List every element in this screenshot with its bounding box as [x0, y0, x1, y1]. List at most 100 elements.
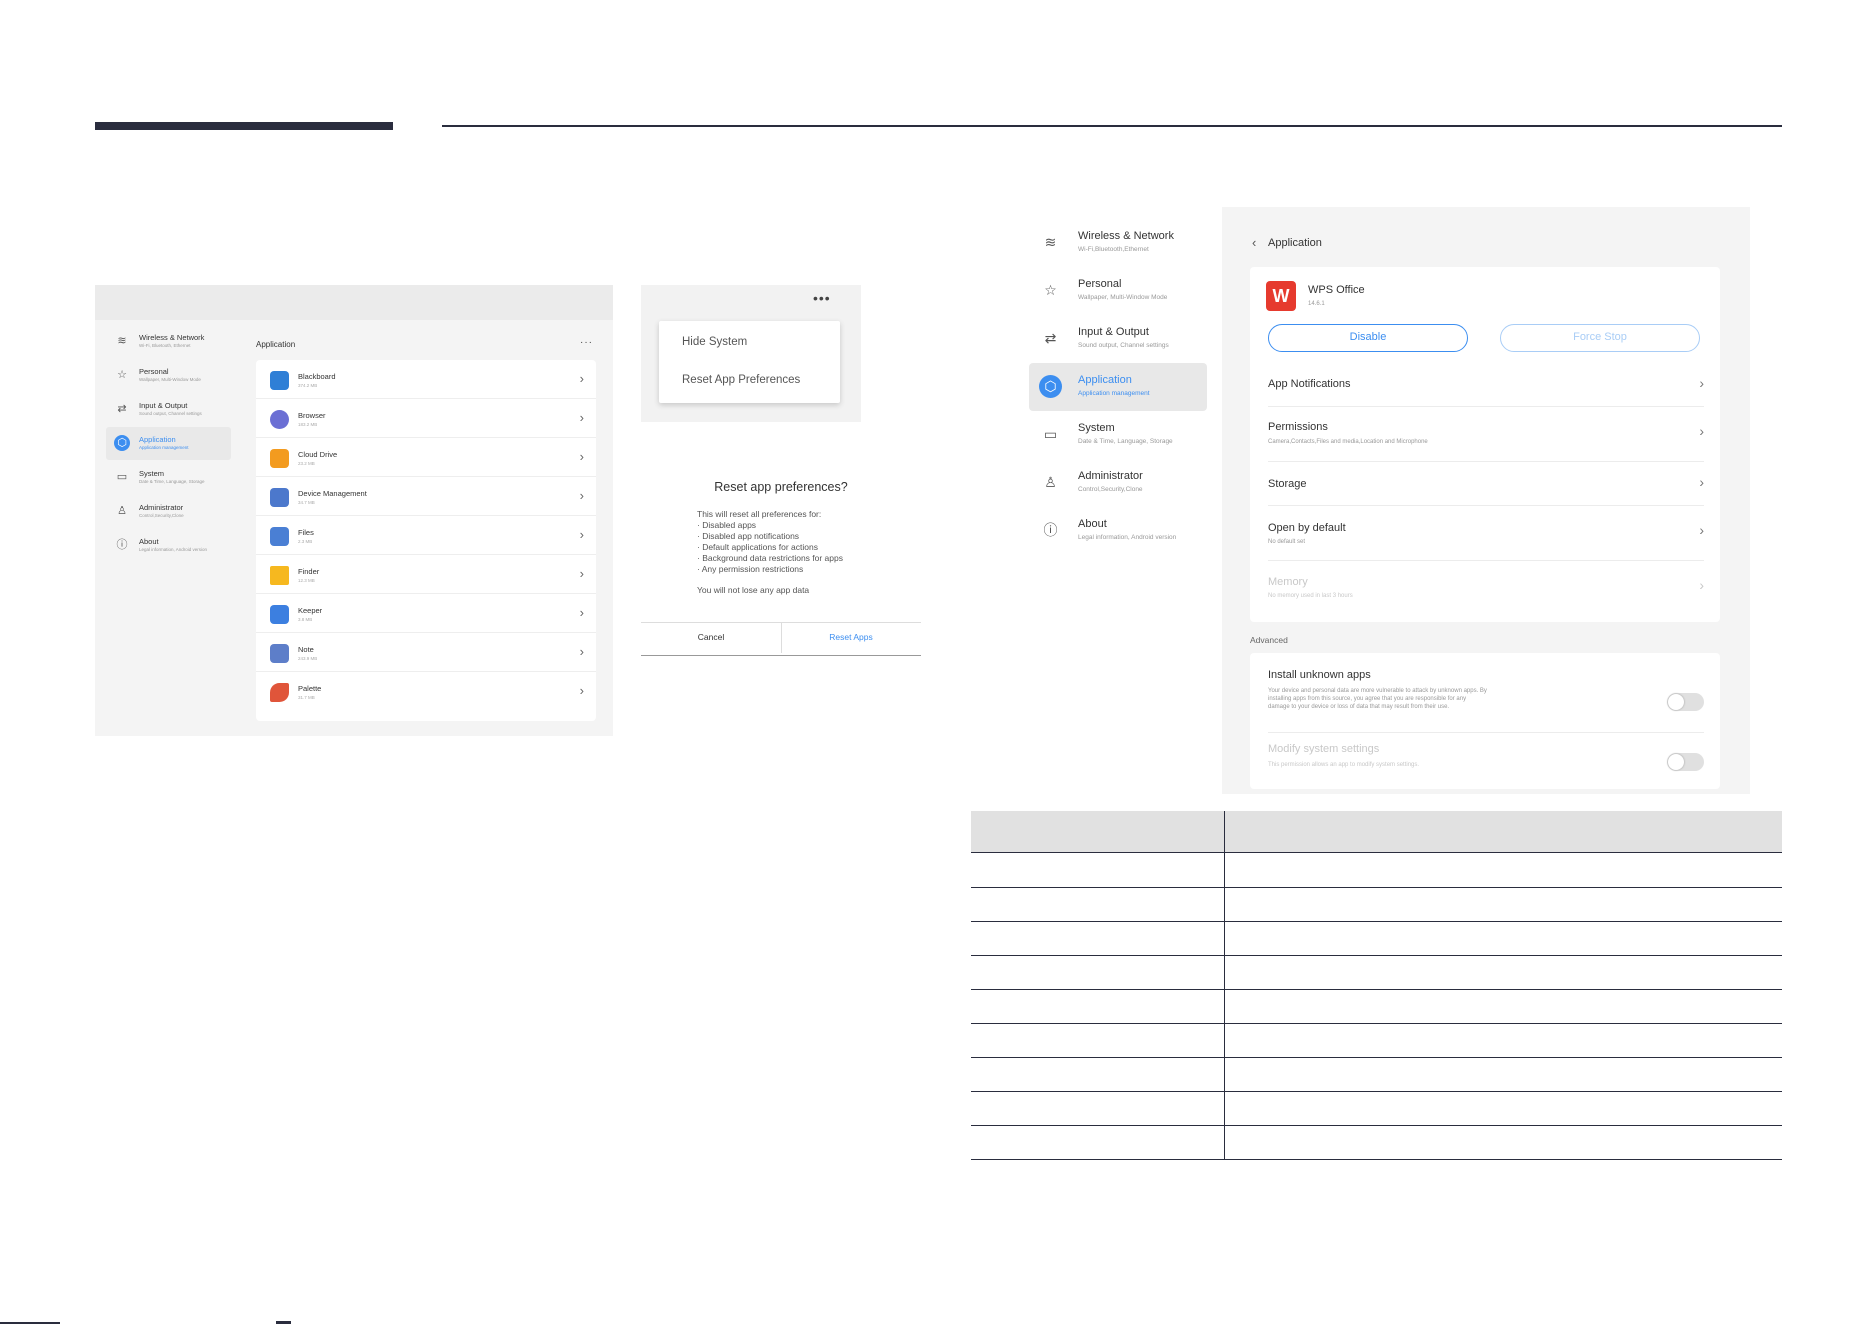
menu-item-reset-app-preferences[interactable]: Reset App Preferences [682, 374, 800, 386]
table-row [971, 921, 1782, 922]
table-row [971, 1125, 1782, 1126]
row-title: Storage [1268, 478, 1307, 490]
app-list-item[interactable]: Keeper 3.8 MB › [256, 594, 596, 633]
dialog-text: · Background data restrictions for apps [697, 553, 843, 563]
app-size: 12.3 MB [298, 578, 315, 583]
table-row [971, 955, 1782, 956]
sidebar-item-administrator[interactable]: ♙ Administrator Control,Security,Clone [106, 495, 231, 528]
dialog-text: · Disabled app notifications [697, 531, 800, 541]
modify-system-settings-toggle[interactable] [1667, 753, 1704, 771]
table-row [971, 1159, 1782, 1160]
sidebar-item-label: Administrator [1078, 470, 1143, 482]
app-list-item[interactable]: Cloud Drive 23.2 MB › [256, 438, 596, 477]
sidebar-item-label: About [139, 537, 159, 546]
finder-app-icon [270, 566, 289, 585]
settings-row-storage[interactable]: Storage › [1268, 462, 1704, 506]
app-list-item[interactable]: Browser 183.2 MB › [256, 399, 596, 438]
app-version: 14.6.1 [1308, 301, 1325, 307]
files-app-icon [270, 527, 289, 546]
table-row [971, 1091, 1782, 1092]
settings-row-app-notifications[interactable]: App Notifications › [1268, 363, 1704, 407]
palette-app-icon [270, 683, 289, 702]
sidebar-item-about[interactable]: ⓘ About Legal information, Android versi… [106, 529, 231, 562]
dialog-text: This will reset all preferences for: [697, 509, 822, 519]
info-icon: ⓘ [116, 539, 128, 551]
app-list-item[interactable]: Finder 12.3 MB › [256, 555, 596, 594]
cancel-button[interactable]: Cancel [641, 632, 781, 642]
sidebar-item-label: Personal [1078, 278, 1122, 290]
app-size: 34.7 MB [298, 500, 315, 505]
settings-sidebar: ≋ Wireless & Network Wi-Fi, Bluetooth, E… [95, 320, 241, 736]
chevron-right-icon: › [579, 527, 584, 542]
sidebar-item-sub: Wallpaper, Multi-Window Mode [139, 377, 201, 382]
sidebar-item-label: System [139, 469, 165, 478]
overflow-menu-screenshot: ••• Hide System Reset App Preferences [641, 285, 861, 422]
chevron-right-icon: › [579, 683, 584, 698]
monitor-icon: ▭ [116, 471, 128, 483]
more-options-icon[interactable]: ··· [580, 337, 593, 348]
app-list-item[interactable]: Palette 31.7 MB › [256, 672, 596, 711]
table-row [971, 1023, 1782, 1024]
monitor-icon: ▭ [1043, 426, 1058, 442]
sidebar-item-administrator[interactable]: ♙ Administrator Control,Security,Clone [1029, 459, 1207, 507]
wps-office-app-icon: W [1266, 281, 1296, 311]
table-row [971, 989, 1782, 990]
app-cube-icon: ⬡ [1039, 375, 1062, 398]
info-icon: ⓘ [1043, 522, 1058, 538]
row-title: App Notifications [1268, 378, 1351, 390]
app-name: Cloud Drive [298, 450, 338, 459]
star-icon: ☆ [117, 369, 127, 381]
settings-row-permissions[interactable]: Permissions Camera,Contacts,Files and me… [1268, 407, 1704, 462]
more-options-icon[interactable]: ••• [813, 290, 831, 306]
header-accent-bar [95, 122, 393, 130]
install-unknown-apps-toggle[interactable] [1667, 693, 1704, 711]
menu-item-hide-system[interactable]: Hide System [682, 336, 747, 348]
sidebar-item-input-output[interactable]: ⇄ Input & Output Sound output, Channel s… [106, 393, 231, 426]
app-name: Blackboard [298, 372, 336, 381]
dialog-note: You will not lose any app data [697, 585, 810, 595]
sidebar-item-sub: Date & Time, Language, Storage [1078, 438, 1173, 445]
app-list-item[interactable]: Blackboard 374.2 MB › [256, 360, 596, 399]
app-list-item[interactable]: Note 243.9 MB › [256, 633, 596, 672]
cloud-drive-app-icon [270, 449, 289, 468]
reset-apps-button[interactable]: Reset Apps [781, 632, 921, 642]
chevron-right-icon: › [579, 410, 584, 425]
install-unknown-apps-row: Install unknown apps Your device and per… [1268, 665, 1704, 733]
sidebar-item-personal[interactable]: ☆ Personal Wallpaper, Multi-Window Mode [106, 359, 231, 392]
divider [641, 655, 921, 656]
disable-button[interactable]: Disable [1268, 324, 1468, 352]
settings-row-open-by-default[interactable]: Open by default No default set › [1268, 506, 1704, 561]
app-list-item[interactable]: Files 2.3 MB › [256, 516, 596, 555]
sidebar-item-application[interactable]: ⬡ Application Application management [106, 427, 231, 460]
force-stop-button[interactable]: Force Stop [1500, 324, 1700, 352]
row-title: Permissions [1268, 421, 1328, 433]
app-list: Blackboard 374.2 MB › Browser 183.2 MB ›… [256, 360, 596, 721]
sidebar-item-wireless[interactable]: ≋ Wireless & Network Wi-Fi,Bluetooth,Eth… [1029, 219, 1207, 267]
sidebar-item-sub: Sound output, Channel settings [139, 411, 202, 416]
sidebar-item-application[interactable]: ⬡ Application Application management [1029, 363, 1207, 411]
overflow-menu: Hide System Reset App Preferences [659, 321, 840, 403]
sidebar-item-wireless[interactable]: ≋ Wireless & Network Wi-Fi, Bluetooth, E… [106, 325, 231, 358]
sidebar-item-system[interactable]: ▭ System Date & Time, Language, Storage [1029, 411, 1207, 459]
sidebar-item-input-output[interactable]: ⇄ Input & Output Sound output, Channel s… [1029, 315, 1207, 363]
settings-row-memory[interactable]: Memory No memory used in last 3 hours › [1268, 561, 1704, 616]
chevron-right-icon: › [1699, 375, 1704, 391]
sidebar-item-label: Personal [139, 367, 169, 376]
header-rule [442, 125, 1782, 127]
app-list-item[interactable]: Device Management 34.7 MB › [256, 477, 596, 516]
app-name: Files [298, 528, 314, 537]
table-column-divider [1224, 811, 1225, 1159]
back-icon[interactable]: ‹ [1252, 235, 1256, 250]
app-name: Device Management [298, 489, 367, 498]
sidebar-item-label: System [1078, 422, 1115, 434]
sidebar-item-sub: Date & Time, Language, Storage [139, 479, 205, 484]
row-title: Open by default [1268, 522, 1346, 534]
section-heading-advanced: Advanced [1250, 635, 1288, 645]
app-name: Note [298, 645, 314, 654]
dialog-text: · Default applications for actions [697, 542, 818, 552]
sidebar-item-personal[interactable]: ☆ Personal Wallpaper, Multi-Window Mode [1029, 267, 1207, 315]
app-size: 243.9 MB [298, 656, 318, 661]
sidebar-item-label: Application [1078, 374, 1132, 386]
sidebar-item-system[interactable]: ▭ System Date & Time, Language, Storage [106, 461, 231, 494]
sidebar-item-about[interactable]: ⓘ About Legal information, Android versi… [1029, 507, 1207, 555]
